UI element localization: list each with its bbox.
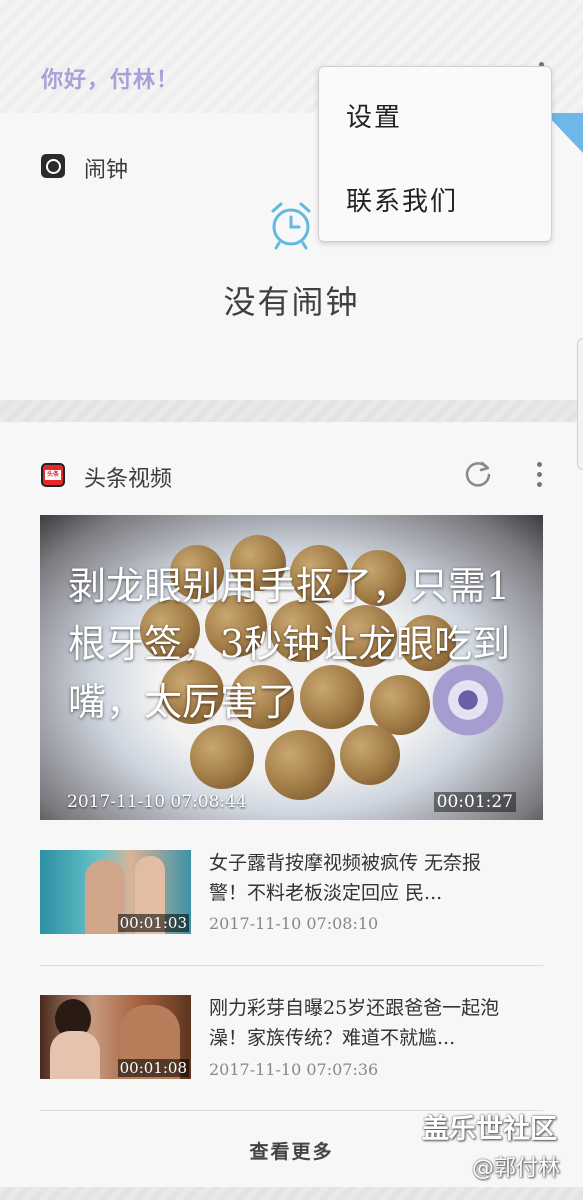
menu-item-settings[interactable]: 设置 [346, 97, 402, 134]
featured-video-title: 剥龙眼别用手抠了，只需1根牙签，3秒钟让龙眼吃到嘴，太厉害了 [68, 564, 511, 724]
featured-video-time: 2017-11-10 07:08:44 [67, 792, 247, 812]
edge-panel-handle[interactable] [577, 338, 583, 470]
video-duration: 00:01:08 [117, 1059, 189, 1077]
watermark-community: 盖乐世社区 [422, 1114, 557, 1145]
options-menu: 设置 联系我们 [318, 66, 552, 242]
bottom-strip [0, 1187, 583, 1200]
news-card-title: 头条视频 [84, 467, 173, 492]
no-alarm-text: 没有闹钟 [223, 283, 360, 321]
card-separator [0, 400, 583, 422]
alarm-card-title: 闹钟 [84, 158, 129, 183]
toutiao-app-icon: 头条 [41, 463, 65, 487]
featured-video-duration: 00:01:27 [433, 792, 516, 812]
news-more-options-icon[interactable] [532, 460, 546, 490]
video-duration: 00:01:03 [117, 914, 189, 932]
video-time: 2017-11-10 07:07:36 [209, 1060, 379, 1079]
video-title[interactable]: 女子露背按摩视频被疯传 无奈报警！不料老板淡定回应 民... [209, 848, 514, 908]
refresh-icon[interactable] [463, 459, 493, 489]
greeting-text: 你好，付林！ [41, 68, 180, 93]
video-thumbnail[interactable]: 00:01:08 [40, 995, 191, 1079]
video-thumbnail[interactable]: 00:01:03 [40, 850, 191, 934]
app-icon-label: 头条 [45, 470, 61, 480]
clock-app-icon [41, 154, 65, 178]
list-divider [40, 965, 543, 966]
video-title[interactable]: 刚力彩芽自曝25岁还跟爸爸一起泡澡！家族传统？难道不就尴... [209, 993, 514, 1053]
menu-item-contact-us[interactable]: 联系我们 [346, 181, 458, 218]
watermark-author: @郭付林 [472, 1156, 561, 1181]
video-time: 2017-11-10 07:08:10 [209, 914, 379, 933]
alarm-clock-icon [271, 202, 311, 250]
featured-video[interactable]: 剥龙眼别用手抠了，只需1根牙签，3秒钟让龙眼吃到嘴，太厉害了 2017-11-1… [40, 515, 543, 820]
